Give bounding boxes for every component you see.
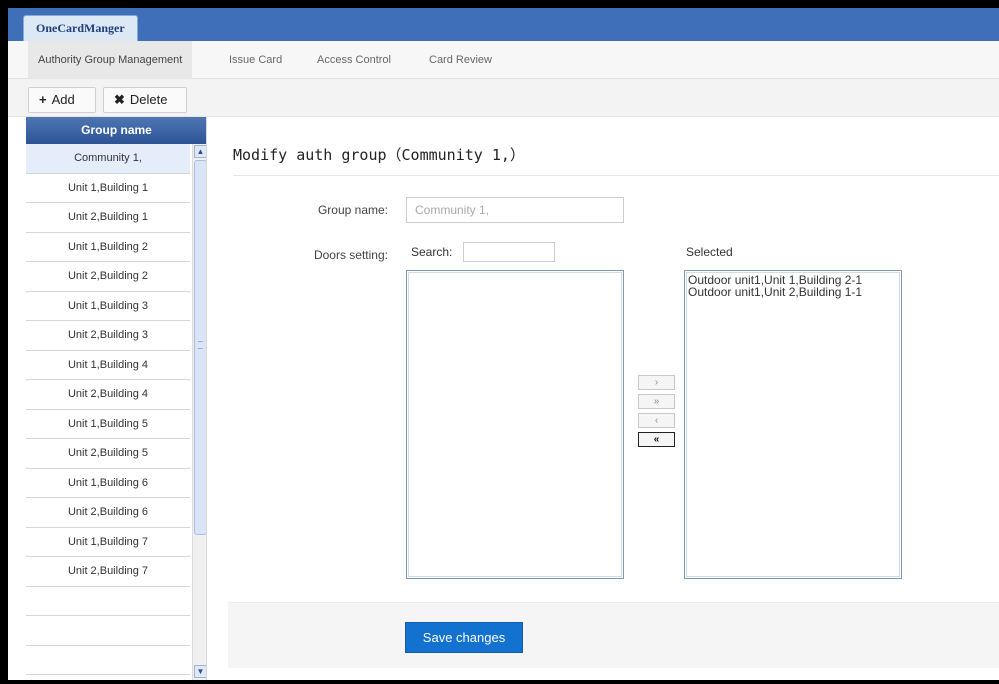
- selected-label: Selected: [686, 245, 733, 259]
- group-list-item[interactable]: Unit 1,Building 2: [26, 233, 190, 262]
- add-button[interactable]: + Add: [28, 87, 96, 113]
- available-doors-list[interactable]: [406, 270, 624, 579]
- group-list-item[interactable]: Community 1,: [26, 144, 190, 174]
- group-list-item-label: Unit 2,Building 5: [67, 447, 149, 459]
- form-footer: Save changes: [228, 602, 999, 668]
- plus-icon: +: [39, 92, 47, 107]
- selected-doors-list[interactable]: Outdoor unit1,Unit 1,Building 2-1 Outdoor…: [684, 270, 902, 579]
- group-list-item[interactable]: Unit 1,Building 5: [26, 410, 190, 439]
- group-list-item[interactable]: Unit 1,Building 7: [26, 528, 190, 557]
- group-list-item-label: Unit 1,Building 1: [67, 181, 149, 194]
- scrollbar-grip-icon: [198, 341, 203, 349]
- search-input[interactable]: [463, 242, 555, 262]
- divider: [233, 175, 999, 176]
- delete-button[interactable]: ✖ Delete: [103, 87, 187, 113]
- group-list-item-label: Unit 1,Building 7: [67, 535, 149, 548]
- doors-setting-label: Doors setting:: [313, 248, 388, 262]
- group-list-item-label: Unit 2,Building 6: [67, 506, 149, 518]
- delete-button-label: Delete: [129, 92, 168, 107]
- group-list-item[interactable]: Unit 1,Building 1: [26, 174, 190, 203]
- group-list-item[interactable]: Unit 1,Building 3: [26, 292, 190, 321]
- scroll-up-icon[interactable]: ▲: [194, 145, 206, 158]
- window-title-bar: OneCardManger: [8, 8, 999, 41]
- tab-authority-group-management[interactable]: Authority Group Management: [28, 41, 193, 79]
- group-list-item-label: Unit 2,Building 3: [67, 329, 149, 341]
- group-list: Group name Community 1, Unit 1,Building 1…: [26, 117, 207, 680]
- remove-selected-button[interactable]: ‹: [638, 413, 675, 428]
- app-window: OneCardManger Authority Group Management…: [8, 8, 999, 680]
- group-list-item-label: Community 1,: [74, 152, 142, 164]
- group-list-empty-row: [26, 616, 190, 646]
- group-list-empty-row: [26, 587, 190, 616]
- selected-items: Outdoor unit1,Unit 1,Building 2-1 Outdoor…: [685, 271, 901, 298]
- group-list-empty-row: [26, 646, 190, 675]
- save-button[interactable]: Save changes: [405, 622, 523, 653]
- group-list-item-label: Unit 1,Building 2: [67, 240, 149, 253]
- top-nav: Authority Group Management Issue Card Ac…: [8, 41, 999, 79]
- group-list-item-label: Unit 1,Building 3: [67, 299, 149, 312]
- page-title: Modify auth group（Community 1,）: [233, 146, 525, 164]
- group-list-item-label: Unit 1,Building 6: [67, 476, 149, 489]
- group-list-item[interactable]: Unit 2,Building 7: [26, 557, 190, 587]
- selected-door-item[interactable]: Outdoor unit1,Unit 2,Building 1-1: [685, 286, 901, 298]
- app-tab[interactable]: OneCardManger: [23, 15, 138, 41]
- group-list-empty-row: [26, 675, 190, 680]
- add-all-button[interactable]: »: [638, 394, 675, 409]
- group-list-item[interactable]: Unit 1,Building 4: [26, 351, 190, 380]
- scrollbar-thumb[interactable]: [194, 160, 206, 535]
- edit-panel: Modify auth group（Community 1,） Group na…: [208, 117, 999, 680]
- group-list-item-label: Unit 2,Building 4: [67, 388, 149, 400]
- group-name-input[interactable]: Community 1,: [406, 197, 624, 223]
- tab-access-control[interactable]: Access Control: [317, 41, 391, 79]
- group-list-item-label: Unit 1,Building 5: [67, 417, 149, 430]
- group-list-scrollbar[interactable]: ▲ ▼: [192, 144, 206, 680]
- toolbar: + Add ✖ Delete: [8, 79, 999, 117]
- group-list-item[interactable]: Unit 2,Building 5: [26, 439, 190, 469]
- group-list-header: Group name: [26, 117, 206, 144]
- group-list-item-label: Unit 2,Building 2: [67, 270, 149, 282]
- tab-issue-card[interactable]: Issue Card: [229, 41, 282, 79]
- group-list-item[interactable]: Unit 2,Building 1: [26, 203, 190, 233]
- group-list-item-label: Unit 2,Building 1: [67, 211, 149, 223]
- group-list-item-label: Unit 1,Building 4: [67, 358, 149, 371]
- add-selected-button[interactable]: ›: [638, 375, 675, 390]
- group-list-item[interactable]: Unit 2,Building 2: [26, 262, 190, 292]
- group-name-label: Group name:: [317, 203, 388, 217]
- group-list-item[interactable]: Unit 2,Building 3: [26, 321, 190, 351]
- close-icon: ✖: [114, 92, 125, 107]
- group-list-item[interactable]: Unit 2,Building 6: [26, 498, 190, 528]
- add-button-label: Add: [51, 92, 75, 107]
- search-label: Search:: [411, 245, 453, 259]
- tab-card-review[interactable]: Card Review: [429, 41, 492, 79]
- remove-all-button[interactable]: «: [638, 432, 675, 447]
- scroll-down-icon[interactable]: ▼: [194, 665, 206, 678]
- group-list-item-label: Unit 2,Building 7: [67, 565, 149, 577]
- group-list-item[interactable]: Unit 1,Building 6: [26, 469, 190, 498]
- group-list-item[interactable]: Unit 2,Building 4: [26, 380, 190, 410]
